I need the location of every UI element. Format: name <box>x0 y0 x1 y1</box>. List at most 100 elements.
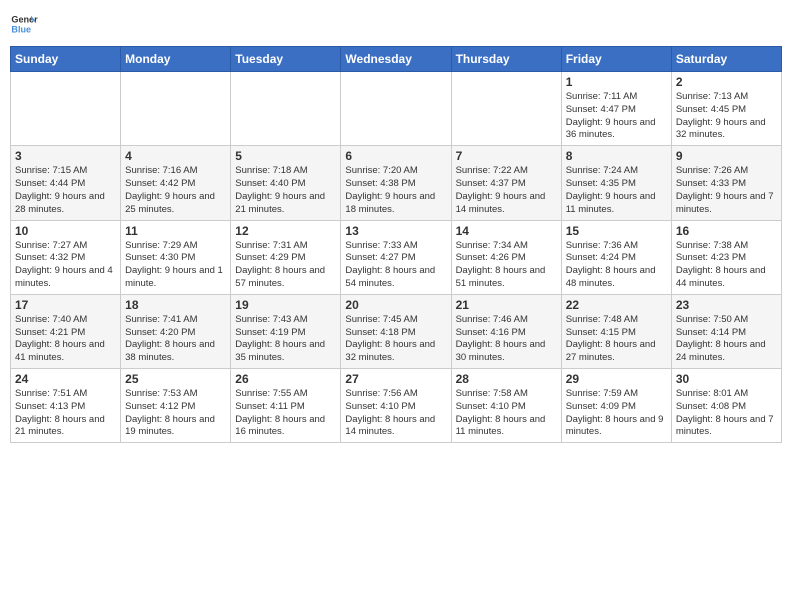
weekday-header: Tuesday <box>231 47 341 72</box>
calendar-table: SundayMondayTuesdayWednesdayThursdayFrid… <box>10 46 782 443</box>
day-info: Sunrise: 7:27 AM Sunset: 4:32 PM Dayligh… <box>15 240 116 291</box>
calendar-cell: 10Sunrise: 7:27 AM Sunset: 4:32 PM Dayli… <box>11 220 121 294</box>
day-info: Sunrise: 7:36 AM Sunset: 4:24 PM Dayligh… <box>566 240 667 291</box>
day-number: 7 <box>456 149 557 163</box>
calendar-cell: 16 Sunrise: 7:38 AM Sunset: 4:23 PM Dayli… <box>671 220 781 294</box>
day-info: Sunrise: 7:48 AM Sunset: 4:15 PM Dayligh… <box>566 314 667 365</box>
calendar-cell <box>11 72 121 146</box>
day-number: 19 <box>235 298 336 312</box>
day-info: Sunrise: 7:59 AM Sunset: 4:09 PM Dayligh… <box>566 388 667 439</box>
calendar-cell <box>341 72 451 146</box>
day-info: Sunrise: 8:01 AM Sunset: 4:08 PM Dayligh… <box>676 388 777 439</box>
calendar-cell: 17 Sunrise: 7:40 AM Sunset: 4:21 PM Dayli… <box>11 294 121 368</box>
calendar-week-row: 3Sunrise: 7:15 AM Sunset: 4:44 PM Daylig… <box>11 146 782 220</box>
day-info: Sunrise: 7:43 AM Sunset: 4:19 PM Dayligh… <box>235 314 336 365</box>
page-header: General Blue <box>10 10 782 38</box>
calendar-cell: 29 Sunrise: 7:59 AM Sunset: 4:09 PM Dayli… <box>561 369 671 443</box>
day-number: 27 <box>345 372 446 386</box>
calendar-week-row: 10Sunrise: 7:27 AM Sunset: 4:32 PM Dayli… <box>11 220 782 294</box>
day-number: 20 <box>345 298 446 312</box>
day-number: 15 <box>566 224 667 238</box>
day-info: Sunrise: 7:33 AM Sunset: 4:27 PM Dayligh… <box>345 240 446 291</box>
calendar-cell: 7Sunrise: 7:22 AM Sunset: 4:37 PM Daylig… <box>451 146 561 220</box>
day-info: Sunrise: 7:45 AM Sunset: 4:18 PM Dayligh… <box>345 314 446 365</box>
day-number: 1 <box>566 75 667 89</box>
day-info: Sunrise: 7:16 AM Sunset: 4:42 PM Dayligh… <box>125 165 226 216</box>
day-number: 30 <box>676 372 777 386</box>
day-number: 9 <box>676 149 777 163</box>
calendar-cell: 4 Sunrise: 7:16 AM Sunset: 4:42 PM Daylig… <box>121 146 231 220</box>
day-number: 25 <box>125 372 226 386</box>
day-number: 11 <box>125 224 226 238</box>
day-number: 17 <box>15 298 116 312</box>
calendar-cell: 12 Sunrise: 7:31 AM Sunset: 4:29 PM Dayli… <box>231 220 341 294</box>
weekday-header-row: SundayMondayTuesdayWednesdayThursdayFrid… <box>11 47 782 72</box>
day-info: Sunrise: 7:40 AM Sunset: 4:21 PM Dayligh… <box>15 314 116 365</box>
day-info: Sunrise: 7:46 AM Sunset: 4:16 PM Dayligh… <box>456 314 557 365</box>
day-number: 6 <box>345 149 446 163</box>
calendar-cell: 26Sunrise: 7:55 AM Sunset: 4:11 PM Dayli… <box>231 369 341 443</box>
day-info: Sunrise: 7:18 AM Sunset: 4:40 PM Dayligh… <box>235 165 336 216</box>
day-number: 4 <box>125 149 226 163</box>
calendar-cell: 27Sunrise: 7:56 AM Sunset: 4:10 PM Dayli… <box>341 369 451 443</box>
calendar-cell: 6 Sunrise: 7:20 AM Sunset: 4:38 PM Daylig… <box>341 146 451 220</box>
day-info: Sunrise: 7:20 AM Sunset: 4:38 PM Dayligh… <box>345 165 446 216</box>
calendar-week-row: 1 Sunrise: 7:11 AM Sunset: 4:47 PM Daylig… <box>11 72 782 146</box>
day-number: 5 <box>235 149 336 163</box>
calendar-cell: 14 Sunrise: 7:34 AM Sunset: 4:26 PM Dayli… <box>451 220 561 294</box>
day-number: 22 <box>566 298 667 312</box>
day-number: 29 <box>566 372 667 386</box>
calendar-cell: 22 Sunrise: 7:48 AM Sunset: 4:15 PM Dayli… <box>561 294 671 368</box>
calendar-cell <box>231 72 341 146</box>
calendar-cell: 5 Sunrise: 7:18 AM Sunset: 4:40 PM Daylig… <box>231 146 341 220</box>
logo-icon: General Blue <box>10 10 38 38</box>
calendar-cell: 8 Sunrise: 7:24 AM Sunset: 4:35 PM Daylig… <box>561 146 671 220</box>
day-info: Sunrise: 7:53 AM Sunset: 4:12 PM Dayligh… <box>125 388 226 439</box>
day-number: 23 <box>676 298 777 312</box>
calendar-cell <box>121 72 231 146</box>
day-info: Sunrise: 7:24 AM Sunset: 4:35 PM Dayligh… <box>566 165 667 216</box>
weekday-header: Friday <box>561 47 671 72</box>
day-info: Sunrise: 7:13 AM Sunset: 4:45 PM Dayligh… <box>676 91 777 142</box>
day-info: Sunrise: 7:58 AM Sunset: 4:10 PM Dayligh… <box>456 388 557 439</box>
weekday-header: Thursday <box>451 47 561 72</box>
calendar-cell: 3Sunrise: 7:15 AM Sunset: 4:44 PM Daylig… <box>11 146 121 220</box>
calendar-cell: 18Sunrise: 7:41 AM Sunset: 4:20 PM Dayli… <box>121 294 231 368</box>
day-info: Sunrise: 7:31 AM Sunset: 4:29 PM Dayligh… <box>235 240 336 291</box>
calendar-cell: 15 Sunrise: 7:36 AM Sunset: 4:24 PM Dayli… <box>561 220 671 294</box>
day-number: 16 <box>676 224 777 238</box>
day-info: Sunrise: 7:38 AM Sunset: 4:23 PM Dayligh… <box>676 240 777 291</box>
day-number: 21 <box>456 298 557 312</box>
logo: General Blue <box>10 10 38 38</box>
calendar-cell: 20 Sunrise: 7:45 AM Sunset: 4:18 PM Dayli… <box>341 294 451 368</box>
weekday-header: Saturday <box>671 47 781 72</box>
day-number: 18 <box>125 298 226 312</box>
day-number: 12 <box>235 224 336 238</box>
calendar-cell: 9 Sunrise: 7:26 AM Sunset: 4:33 PM Daylig… <box>671 146 781 220</box>
calendar-cell: 28 Sunrise: 7:58 AM Sunset: 4:10 PM Dayli… <box>451 369 561 443</box>
calendar-week-row: 24 Sunrise: 7:51 AM Sunset: 4:13 PM Dayli… <box>11 369 782 443</box>
day-info: Sunrise: 7:29 AM Sunset: 4:30 PM Dayligh… <box>125 240 226 291</box>
calendar-cell: 13 Sunrise: 7:33 AM Sunset: 4:27 PM Dayli… <box>341 220 451 294</box>
day-info: Sunrise: 7:34 AM Sunset: 4:26 PM Dayligh… <box>456 240 557 291</box>
weekday-header: Sunday <box>11 47 121 72</box>
day-number: 28 <box>456 372 557 386</box>
calendar-cell: 1 Sunrise: 7:11 AM Sunset: 4:47 PM Daylig… <box>561 72 671 146</box>
day-number: 8 <box>566 149 667 163</box>
day-number: 2 <box>676 75 777 89</box>
calendar-cell: 25 Sunrise: 7:53 AM Sunset: 4:12 PM Dayli… <box>121 369 231 443</box>
day-number: 24 <box>15 372 116 386</box>
day-number: 26 <box>235 372 336 386</box>
day-number: 14 <box>456 224 557 238</box>
calendar-cell: 24 Sunrise: 7:51 AM Sunset: 4:13 PM Dayli… <box>11 369 121 443</box>
svg-text:Blue: Blue <box>11 24 31 34</box>
calendar-cell: 19 Sunrise: 7:43 AM Sunset: 4:19 PM Dayli… <box>231 294 341 368</box>
day-info: Sunrise: 7:50 AM Sunset: 4:14 PM Dayligh… <box>676 314 777 365</box>
day-info: Sunrise: 7:15 AM Sunset: 4:44 PM Dayligh… <box>15 165 116 216</box>
day-info: Sunrise: 7:11 AM Sunset: 4:47 PM Dayligh… <box>566 91 667 142</box>
day-number: 13 <box>345 224 446 238</box>
calendar-cell: 30 Sunrise: 8:01 AM Sunset: 4:08 PM Dayli… <box>671 369 781 443</box>
day-info: Sunrise: 7:26 AM Sunset: 4:33 PM Dayligh… <box>676 165 777 216</box>
calendar-cell: 21 Sunrise: 7:46 AM Sunset: 4:16 PM Dayli… <box>451 294 561 368</box>
day-info: Sunrise: 7:51 AM Sunset: 4:13 PM Dayligh… <box>15 388 116 439</box>
